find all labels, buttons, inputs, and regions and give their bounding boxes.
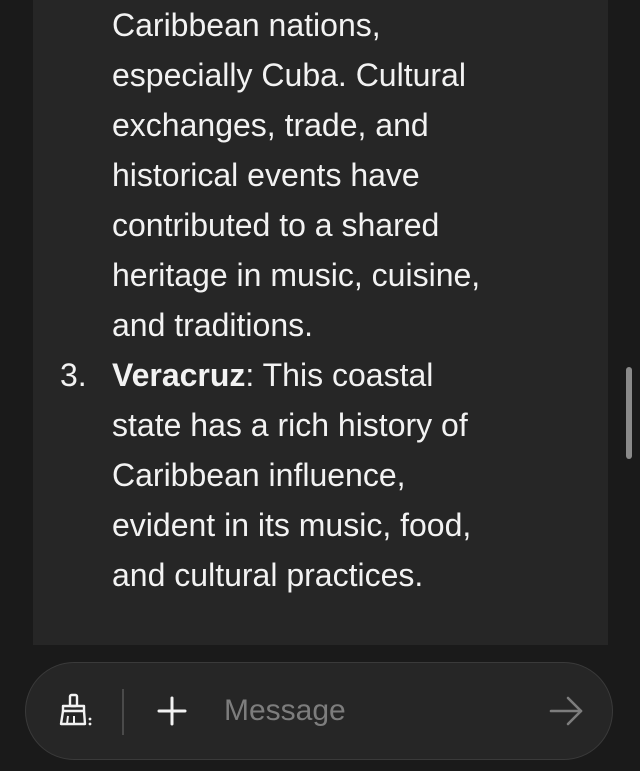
message-line: heritage in music, cuisine,: [112, 257, 481, 293]
message-line: contributed to a shared: [112, 207, 440, 243]
message-line: and cultural practices.: [112, 557, 424, 593]
message-line: evident in its music, food,: [112, 507, 472, 543]
message-line: state has a rich history of: [112, 407, 468, 443]
message-line: historical events have: [112, 157, 420, 193]
message-composer: [25, 662, 613, 760]
plus-icon[interactable]: [154, 693, 190, 729]
message-line: Caribbean influence,: [112, 457, 406, 493]
assistant-message: Caribbean nations, especially Cuba. Cult…: [60, 0, 572, 600]
list-item-veracruz: 3. Veracruz: This coastal state has a ri…: [60, 350, 572, 600]
message-line: exchanges, trade, and: [112, 107, 429, 143]
arrow-right-icon[interactable]: [546, 693, 586, 729]
scrollbar[interactable]: [626, 367, 632, 459]
list-number: 3.: [60, 357, 87, 393]
message-line: and traditions.: [112, 307, 314, 343]
message-line: Caribbean nations,: [112, 7, 381, 43]
chat-app: Caribbean nations, especially Cuba. Cult…: [0, 0, 640, 771]
composer-divider: [122, 689, 124, 735]
list-item-first-line: Veracruz: This coastal: [112, 350, 572, 400]
message-line: especially Cuba. Cultural: [112, 57, 466, 93]
broom-icon[interactable]: [54, 691, 94, 731]
list-item-title: Veracruz: [112, 357, 246, 393]
message-input[interactable]: [224, 687, 524, 735]
list-item-text: : This coastal: [245, 357, 434, 393]
